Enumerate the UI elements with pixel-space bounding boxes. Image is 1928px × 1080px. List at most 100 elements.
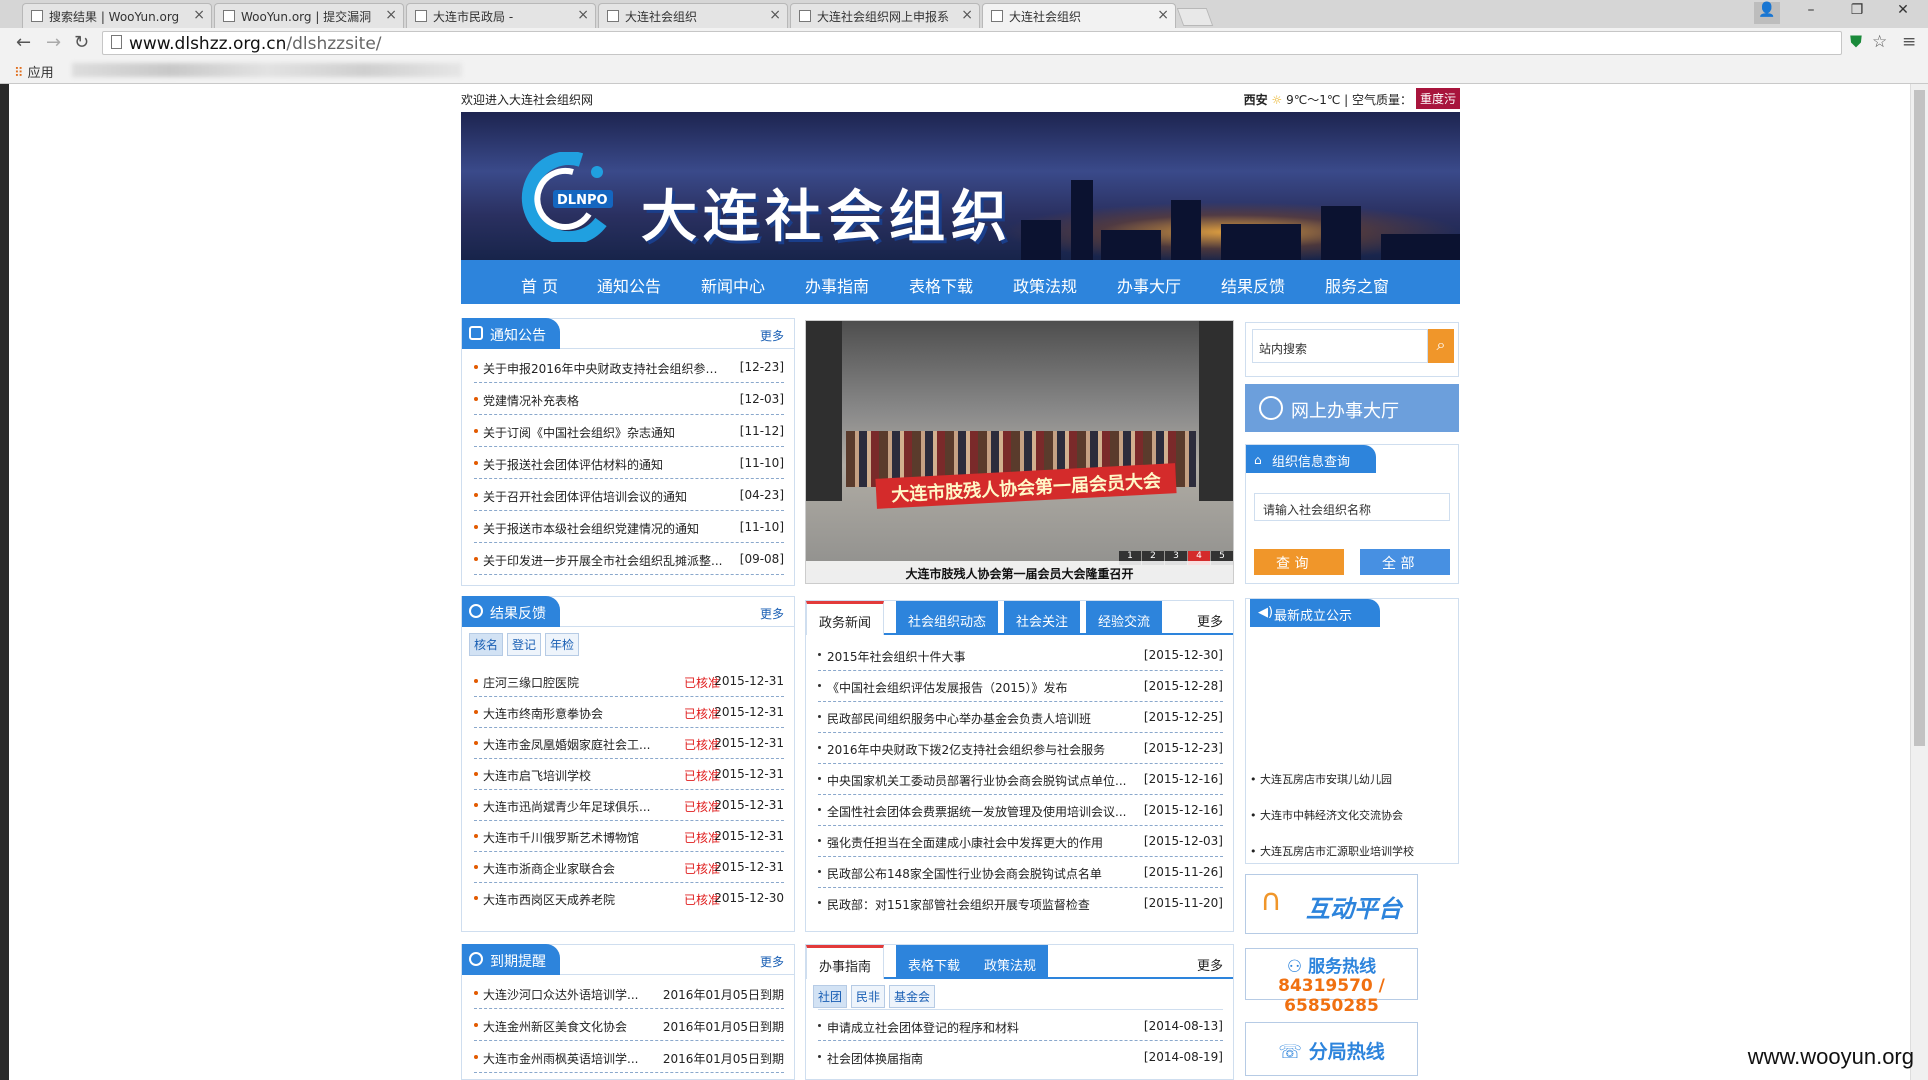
news-title[interactable]: 《中国社会组织评估发展报告（2015）》发布 (827, 679, 1137, 696)
table-row[interactable]: 大连市启飞培训学校 已核准 2015-12-31 (474, 758, 784, 790)
close-tab-icon[interactable]: × (961, 7, 973, 23)
item-title[interactable]: 关于报送市本级社会组织党建情况的通知 (483, 520, 723, 537)
news-item[interactable]: 民政部民间组织服务中心举办基金会负责人培训班 [2015-12-25] (818, 701, 1223, 733)
news-title[interactable]: 2015年社会组织十件大事 (827, 648, 1137, 665)
org-name[interactable]: 大连沙河口众达外语培训学... (483, 986, 643, 1003)
org-name[interactable]: 大连市迅尚斌青少年足球俱乐... (483, 798, 653, 815)
back-icon[interactable]: ← (16, 32, 31, 53)
list-item[interactable]: 党建情况补充表格 [12-03] (474, 383, 784, 415)
newest-item[interactable]: 大连市中韩经济文化交流协会 (1260, 809, 1403, 822)
reload-icon[interactable]: ↻ (74, 32, 89, 53)
newest-item[interactable]: 大连瓦房店市汇源职业培训学校 (1260, 845, 1414, 858)
newest-item[interactable]: 大连瓦房店市安琪儿幼儿园 (1260, 773, 1392, 786)
org-name[interactable]: 大连市金凤凰婚姻家庭社会工... (483, 736, 653, 753)
org-name[interactable]: 大连金州新区美食文化协会 (483, 1018, 643, 1035)
menu-icon[interactable]: ≡ (1902, 32, 1916, 52)
user-icon[interactable]: 👤 (1754, 2, 1780, 24)
online-hall-button[interactable]: 网上办事大厅 (1245, 384, 1459, 432)
news-item[interactable]: 民政部：对151家部管社会组织开展专项监督检查 [2015-11-20] (818, 887, 1223, 919)
tab-policy[interactable]: 政策法规 (972, 945, 1049, 979)
subtab-societies[interactable]: 社团 (813, 985, 848, 1008)
org-name[interactable]: 大连市西岗区天成养老院 (483, 891, 653, 908)
news-item[interactable]: 《中国社会组织评估发展报告（2015）》发布 [2015-12-28] (818, 670, 1223, 702)
news-title[interactable]: 强化责任担当在全面建成小康社会中发挥更大的作用 (827, 834, 1137, 851)
minimize-icon[interactable]: – (1792, 2, 1830, 24)
list-item[interactable]: 申请成立社会团体登记的程序和材料 [2014-08-13] (818, 1009, 1223, 1041)
browser-tab-active[interactable]: 大连社会组织 × (982, 3, 1176, 28)
list-item[interactable]: 关于召开社会团体评估培训会议的通知 [04-23] (474, 479, 784, 511)
item-title[interactable]: 关于订阅《中国社会组织》杂志通知 (483, 424, 723, 441)
item-title[interactable]: 关于召开社会团体评估培训会议的通知 (483, 488, 723, 505)
browser-tab-3[interactable]: 大连市民政局 - × (406, 3, 596, 28)
search-icon[interactable]: ⌕ (1428, 329, 1454, 363)
tab-gov-news[interactable]: 政务新闻 (806, 601, 885, 635)
more-link[interactable]: 更多 (760, 605, 784, 622)
nav-forms[interactable]: 表格下载 (909, 273, 973, 297)
guide-title[interactable]: 社会团体换届指南 (827, 1050, 1127, 1067)
nav-home[interactable]: 首 页 (521, 273, 558, 297)
nav-guide[interactable]: 办事指南 (805, 273, 869, 297)
scrollbar-thumb[interactable] (1914, 90, 1925, 746)
more-link[interactable]: 更多 (760, 953, 784, 970)
star-icon[interactable]: ☆ (1872, 32, 1887, 52)
subtab-foundations[interactable]: 基金会 (889, 985, 936, 1008)
org-name[interactable]: 大连市千川俄罗斯艺术博物馆 (483, 829, 653, 846)
news-title[interactable]: 民政部公布148家全国性行业协会商会脱钩试点名单 (827, 865, 1137, 882)
list-item[interactable]: 大连沙河口众达外语培训学... 2016年01月05日到期 (474, 977, 784, 1009)
maximize-icon[interactable]: ❐ (1838, 2, 1876, 24)
item-title[interactable]: 党建情况补充表格 (483, 392, 723, 409)
forward-icon[interactable]: → (46, 32, 61, 53)
table-row[interactable]: 大连市迅尚斌青少年足球俱乐... 已核准 2015-12-31 (474, 789, 784, 821)
subtab-nonprofits[interactable]: 民非 (851, 985, 886, 1008)
org-name-input[interactable]: 请输入社会组织名称 (1254, 493, 1450, 521)
list-item[interactable]: 大连金州新区美食文化协会 2016年01月05日到期 (474, 1009, 784, 1041)
item-title[interactable]: 关于申报2016年中央财政支持社会组织参与... (483, 360, 723, 377)
news-title[interactable]: 中央国家机关工委动员部署行业协会商会脱钩试点单位... (827, 772, 1137, 789)
org-name[interactable]: 大连市浙商企业家联合会 (483, 860, 653, 877)
close-tab-icon[interactable]: × (769, 7, 781, 23)
nav-notices[interactable]: 通知公告 (597, 273, 661, 297)
news-item[interactable]: 强化责任担当在全面建成小康社会中发挥更大的作用 [2015-12-03] (818, 825, 1223, 857)
subtab-annual[interactable]: 年检 (545, 633, 580, 656)
list-item[interactable]: 关于印发进一步开展全市社会组织乱摊派整... [09-08] (474, 543, 784, 575)
nav-service[interactable]: 服务之窗 (1325, 273, 1389, 297)
table-row[interactable]: 大连市浙商企业家联合会 已核准 2015-12-31 (474, 851, 784, 883)
table-row[interactable]: 大连市终南形意拳协会 已核准 2015-12-31 (474, 696, 784, 728)
search-input[interactable]: 站内搜索 (1252, 329, 1428, 363)
close-window-icon[interactable]: ✕ (1884, 2, 1922, 24)
browser-tab-2[interactable]: WooYun.org | 提交漏洞 × (214, 3, 404, 28)
apps-bookmark[interactable]: ⠿ 应用 (14, 62, 54, 81)
list-item[interactable]: • 大连瓦房店市安琪儿幼儿园 (1250, 771, 1392, 787)
list-item[interactable]: 关于申报2016年中央财政支持社会组织参与... [12-23] (474, 351, 784, 383)
nav-news[interactable]: 新闻中心 (701, 273, 765, 297)
branch-hotline-button[interactable]: ☏ 分局热线 (1245, 1022, 1418, 1076)
list-item[interactable]: 关于报送市本级社会组织党建情况的通知 [11-10] (474, 511, 784, 543)
close-tab-icon[interactable]: × (1157, 7, 1169, 23)
org-name[interactable]: 大连市终南形意拳协会 (483, 705, 653, 722)
nav-results[interactable]: 结果反馈 (1221, 273, 1285, 297)
org-name[interactable]: 大连市金州雨枫英语培训学... (483, 1050, 643, 1067)
more-link[interactable]: 更多 (1197, 955, 1223, 974)
browser-tab-1[interactable]: 搜索结果 | WooYun.org × (22, 3, 212, 28)
news-title[interactable]: 民政部民间组织服务中心举办基金会负责人培训班 (827, 710, 1137, 727)
table-row[interactable]: 大连市金凤凰婚姻家庭社会工... 已核准 2015-12-31 (474, 727, 784, 759)
news-item[interactable]: 中央国家机关工委动员部署行业协会商会脱钩试点单位... [2015-12-16] (818, 763, 1223, 795)
table-row[interactable]: 大连市西岗区天成养老院 已核准 2015-12-30 (474, 882, 784, 914)
browser-tab-5[interactable]: 大连社会组织网上申报系 × (790, 3, 980, 28)
list-item[interactable]: 关于报送社会团体评估材料的通知 [11-10] (474, 447, 784, 479)
list-item[interactable]: 大连市金州雨枫英语培训学... 2016年01月05日到期 (474, 1041, 784, 1073)
org-name[interactable]: 庄河三缘口腔医院 (483, 674, 653, 691)
list-item[interactable]: 社会团体换届指南 [2014-08-19] (818, 1041, 1223, 1073)
close-tab-icon[interactable]: × (193, 7, 205, 23)
item-title[interactable]: 关于印发进一步开展全市社会组织乱摊派整... (483, 552, 723, 569)
tab-guide[interactable]: 办事指南 (806, 945, 885, 979)
news-title[interactable]: 全国性社会团体会费票据统一发放管理及使用培训会议... (827, 803, 1137, 820)
address-bar[interactable]: www.dlshzz.org.cn/dlshzzsite/ (102, 31, 1842, 55)
photo-slider[interactable]: 大连市肢残人协会第一届会员大会 12345 大连市肢残人协会第一届会员大会隆重召… (805, 320, 1234, 584)
org-name[interactable]: 大连市启飞培训学校 (483, 767, 653, 784)
nav-policy[interactable]: 政策法规 (1013, 273, 1077, 297)
more-link[interactable]: 更多 (760, 327, 784, 344)
tab-forms[interactable]: 表格下载 (896, 945, 973, 979)
new-tab-button[interactable] (1176, 8, 1214, 26)
slider-caption[interactable]: 大连市肢残人协会第一届会员大会隆重召开 (806, 561, 1233, 583)
